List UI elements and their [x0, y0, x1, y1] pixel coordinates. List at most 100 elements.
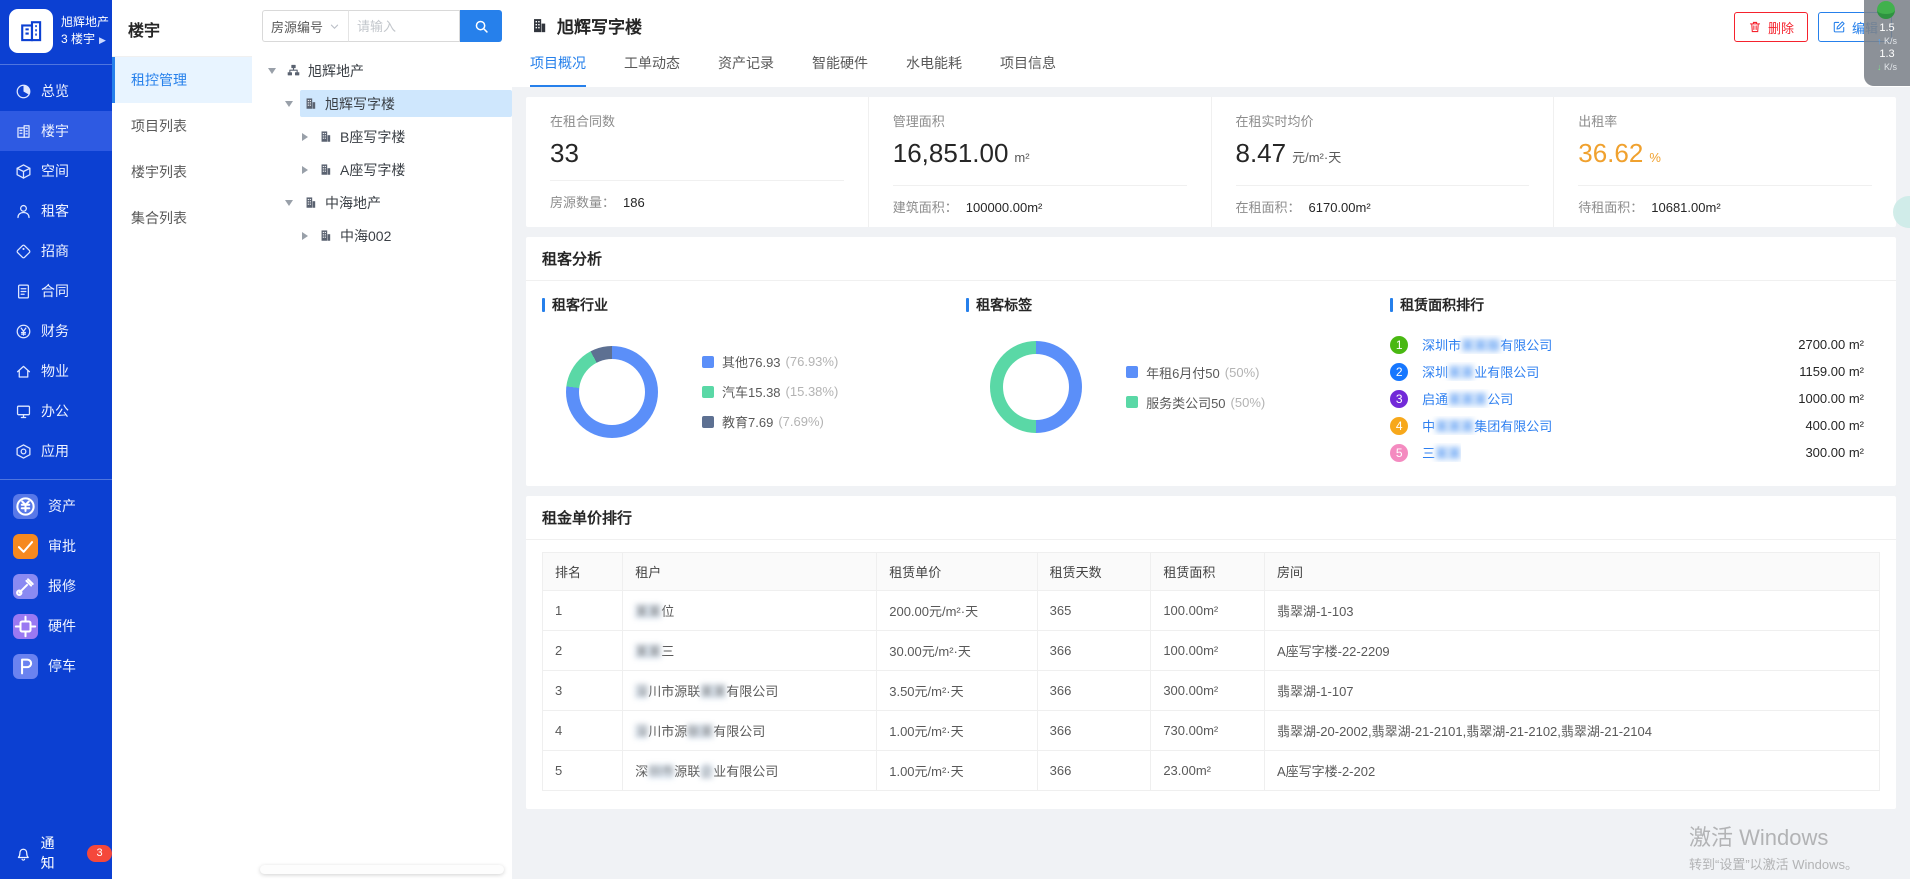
tenant-name-link[interactable]: 某某位 [623, 591, 877, 631]
tree-node[interactable]: 中海地产 [252, 186, 512, 219]
caret-down-icon[interactable] [268, 68, 276, 74]
tree-node[interactable]: B座写字楼 [252, 120, 512, 153]
sidebar-item-buildings[interactable]: 楼宇 [0, 111, 112, 151]
legend-item[interactable]: 汽车15.38(15.38%) [702, 382, 838, 401]
sidebar-item-space[interactable]: 空间 [0, 151, 112, 191]
tree-node[interactable]: A座写字楼 [252, 153, 512, 186]
tenant-name-link[interactable]: 某某三 [623, 631, 877, 671]
tree-horizontal-scrollbar[interactable] [260, 865, 504, 874]
caret-down-icon[interactable] [285, 200, 293, 206]
sidebar-item-label: 办公 [41, 401, 69, 421]
tenant-name-link[interactable]: 深川市源联某有限公司 [623, 711, 877, 751]
sidebar-item-notifications[interactable]: 通知 3 [0, 827, 112, 879]
tree-node[interactable]: 旭辉写字楼 [252, 87, 512, 120]
search-icon [474, 19, 489, 34]
search-input[interactable] [348, 10, 460, 42]
table-column-header: 排名 [543, 553, 623, 591]
sidebar-app-parking[interactable]: 停车 [0, 646, 112, 686]
notification-count-badge: 3 [87, 845, 112, 862]
tenant-name-link[interactable]: 中某某某集团有限公司 [1422, 416, 1552, 435]
sidebar-item-overview[interactable]: 总览 [0, 71, 112, 111]
sidebar-item-tenants[interactable]: 租客 [0, 191, 112, 231]
tenant-name-link[interactable]: 深圳市源联企业有限公司 [623, 751, 877, 791]
submenu-item-collection-list[interactable]: 集合列表 [112, 195, 252, 241]
tree-node-label[interactable]: A座写字楼 [315, 156, 512, 183]
delete-button[interactable]: 删除 [1734, 12, 1808, 42]
rank-cell: 3 [543, 671, 623, 711]
tree-node-label[interactable]: 旭辉地产 [283, 57, 512, 84]
sidebar-item-leasing[interactable]: 招商 [0, 231, 112, 271]
rooms-cell: 翡翠湖-20-2002,翡翠湖-21-2101,翡翠湖-21-2102,翡翠湖-… [1264, 711, 1879, 751]
caret-right-icon[interactable] [302, 232, 308, 240]
legend-item[interactable]: 服务类公司50(50%) [1126, 393, 1265, 412]
main-content: 旭辉写字楼 删除 编辑 项目概况工单动态资产记录智能硬件水电能耗项目信息 在租合… [512, 0, 1910, 879]
upload-speed: 1.5 [1864, 22, 1910, 35]
lease-days-cell: 366 [1037, 711, 1151, 751]
tab-workorder-activity[interactable]: 工单动态 [624, 53, 680, 87]
tree-node[interactable]: 旭辉地产 [252, 54, 512, 87]
tree-node-label[interactable]: B座写字楼 [315, 123, 512, 150]
legend-swatch [1126, 396, 1138, 408]
unit-price-cell: 1.00元/m²·天 [877, 711, 1037, 751]
sidebar-item-apps[interactable]: 应用 [0, 431, 112, 471]
tenant-tags-legend: 年租6月付50(50%) 服务类公司50(50%) [1126, 352, 1265, 423]
search-button[interactable] [460, 10, 502, 42]
sidebar-app-assets[interactable]: 资产 [0, 486, 112, 526]
table-column-header: 租赁单价 [877, 553, 1037, 591]
sidebar-item-contracts[interactable]: 合同 [0, 271, 112, 311]
tenant-name-link[interactable]: 三某某 [1422, 443, 1461, 462]
sidebar-app-approval[interactable]: 审批 [0, 526, 112, 566]
stat-card-column: 出租率36.62%待租面积：10681.00m² [1554, 97, 1896, 227]
accent-bar [966, 298, 969, 312]
legend-item[interactable]: 其他76.93(76.93%) [702, 352, 838, 371]
legend-label: 教育7.69 [722, 412, 773, 431]
tree-node-label[interactable]: 中海地产 [300, 189, 512, 216]
tab-project-overview[interactable]: 项目概况 [530, 53, 586, 87]
legend-item[interactable]: 年租6月付50(50%) [1126, 363, 1265, 382]
cube-icon [15, 163, 32, 180]
tree-node[interactable]: 中海002 [252, 219, 512, 252]
tenant-analysis-card: 租客分析 租客行业 其他76.93(76.93%)汽车15.38(15.38%)… [526, 237, 1896, 486]
sidebar-app-repair[interactable]: 报修 [0, 566, 112, 606]
sidebar-item-label: 租客 [41, 201, 69, 221]
windows-activation-watermark: 激活 Windows 转到“设置”以激活 Windows。 [1689, 820, 1858, 873]
watermark-line2: 转到“设置”以激活 Windows。 [1689, 854, 1858, 873]
sidebar-item-property[interactable]: 物业 [0, 351, 112, 391]
tab-project-info[interactable]: 项目信息 [1000, 53, 1056, 87]
submenu-item-project-list[interactable]: 项目列表 [112, 103, 252, 149]
sidebar-item-label: 招商 [41, 241, 69, 261]
trash-icon [1748, 20, 1762, 34]
tab-asset-records[interactable]: 资产记录 [718, 53, 774, 87]
caret-right-icon[interactable] [302, 133, 308, 141]
arrow-up-icon: ↑ [1877, 36, 1882, 46]
caret-right-icon[interactable] [302, 166, 308, 174]
org-switcher[interactable]: 旭辉地产 3 楼宇▶ [0, 0, 112, 62]
tree-node-label[interactable]: 旭辉写字楼 [300, 90, 512, 117]
tenant-name-link[interactable]: 深圳某某业有限公司 [1422, 362, 1539, 381]
sidebar-item-office[interactable]: 办公 [0, 391, 112, 431]
tenant-name-link[interactable]: 启通某某某公司 [1422, 389, 1513, 408]
rank-cell: 2 [543, 631, 623, 671]
submenu-item-rent-control[interactable]: 租控管理 [112, 57, 252, 103]
chevron-right-icon: ▶ [99, 35, 106, 45]
building-icon [318, 162, 333, 177]
lease-area-rank-item: 2深圳某某业有限公司1159.00 m² [1390, 358, 1864, 385]
tenant-name-link[interactable]: 深川市源联某某有限公司 [623, 671, 877, 711]
net-speed-monitor-widget[interactable]: 1.5 ↑ K/s 1.3 ↓ K/s [1864, 0, 1910, 86]
stat-value: 16,851.00m² [893, 138, 1187, 173]
sidebar-divider-2 [0, 479, 112, 480]
stat-card-column: 管理面积16,851.00m²建筑面积：100000.00m² [869, 97, 1212, 227]
rank-badge: 2 [1390, 363, 1408, 381]
tree-node-label[interactable]: 中海002 [315, 222, 512, 249]
legend-item[interactable]: 教育7.69(7.69%) [702, 412, 838, 431]
tenant-name-link[interactable]: 深圳市某某服有限公司 [1422, 335, 1552, 354]
lease-area-rank-item: 4中某某某集团有限公司400.00 m² [1390, 412, 1864, 439]
caret-down-icon[interactable] [285, 101, 293, 107]
tab-utility-energy[interactable]: 水电能耗 [906, 53, 962, 87]
sidebar-app-hardware[interactable]: 硬件 [0, 606, 112, 646]
tab-smart-hardware[interactable]: 智能硬件 [812, 53, 868, 87]
search-field-select[interactable]: 房源编号 [262, 10, 348, 42]
stat-sub-label: 待租面积： [1578, 200, 1643, 215]
sidebar-item-finance[interactable]: 财务 [0, 311, 112, 351]
submenu-item-building-list[interactable]: 楼宇列表 [112, 149, 252, 195]
